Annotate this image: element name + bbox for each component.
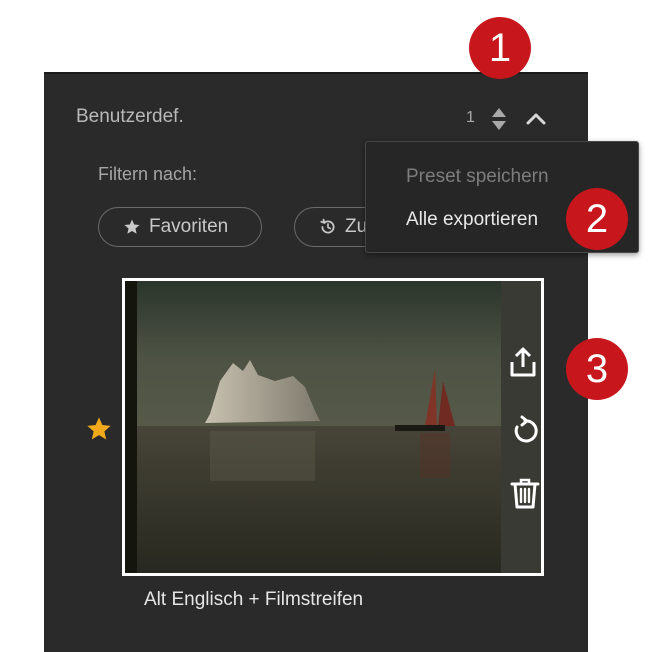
panel-title: Benutzerdef. bbox=[76, 106, 184, 127]
menu-item-save-preset[interactable]: Preset speichern bbox=[406, 166, 549, 188]
filter-favorites-button[interactable]: Favoriten bbox=[98, 207, 262, 247]
menu-item-export-all[interactable]: Alle exportieren bbox=[406, 209, 538, 231]
filter-label: Filtern nach: bbox=[98, 164, 198, 184]
filter-recent-label: Zu bbox=[345, 216, 368, 237]
filter-favorites-label: Favoriten bbox=[149, 216, 229, 237]
favorite-star-icon[interactable] bbox=[85, 415, 113, 443]
chevron-up-icon[interactable] bbox=[524, 108, 548, 128]
star-icon bbox=[123, 218, 141, 236]
preset-count: 1 bbox=[466, 109, 475, 126]
preset-thumbnail-image bbox=[125, 281, 541, 573]
history-icon bbox=[319, 218, 337, 236]
callout-badge-3: 3 bbox=[566, 338, 628, 400]
callout-badge-2: 2 bbox=[566, 188, 628, 250]
callout-badge-1: 1 bbox=[469, 17, 531, 79]
trash-icon[interactable] bbox=[508, 476, 542, 510]
preset-name: Alt Englisch + Filmstreifen bbox=[144, 589, 364, 610]
reset-icon[interactable] bbox=[508, 414, 542, 448]
stepper-icon[interactable] bbox=[490, 106, 508, 132]
export-icon[interactable] bbox=[506, 345, 540, 379]
